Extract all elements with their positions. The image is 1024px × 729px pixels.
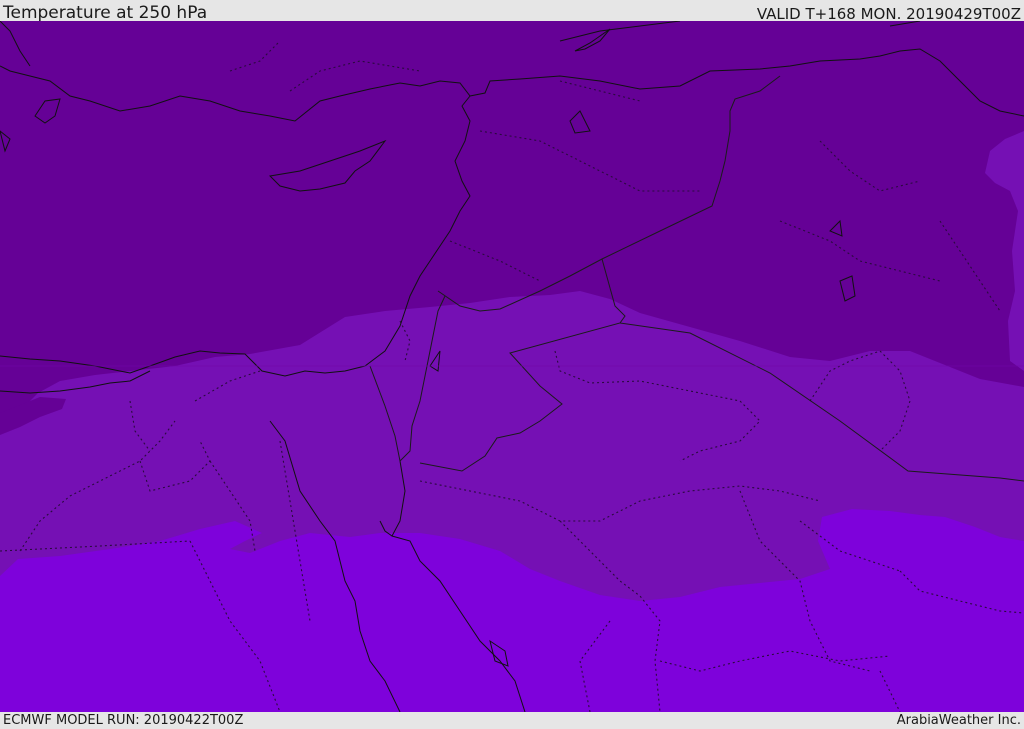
brand-label: ArabiaWeather Inc. — [896, 713, 1021, 728]
map-title: Temperature at 250 hPa — [3, 3, 208, 23]
temperature-map[interactable] — [0, 21, 1024, 712]
footer-bar: ECMWF MODEL RUN: 20190422T00Z ArabiaWeat… — [0, 712, 1024, 729]
map-panel[interactable] — [0, 21, 1024, 712]
model-run-label: ECMWF MODEL RUN: 20190422T00Z — [3, 713, 244, 728]
header-bar: Temperature at 250 hPa VALID T+168 MON. … — [0, 0, 1024, 23]
